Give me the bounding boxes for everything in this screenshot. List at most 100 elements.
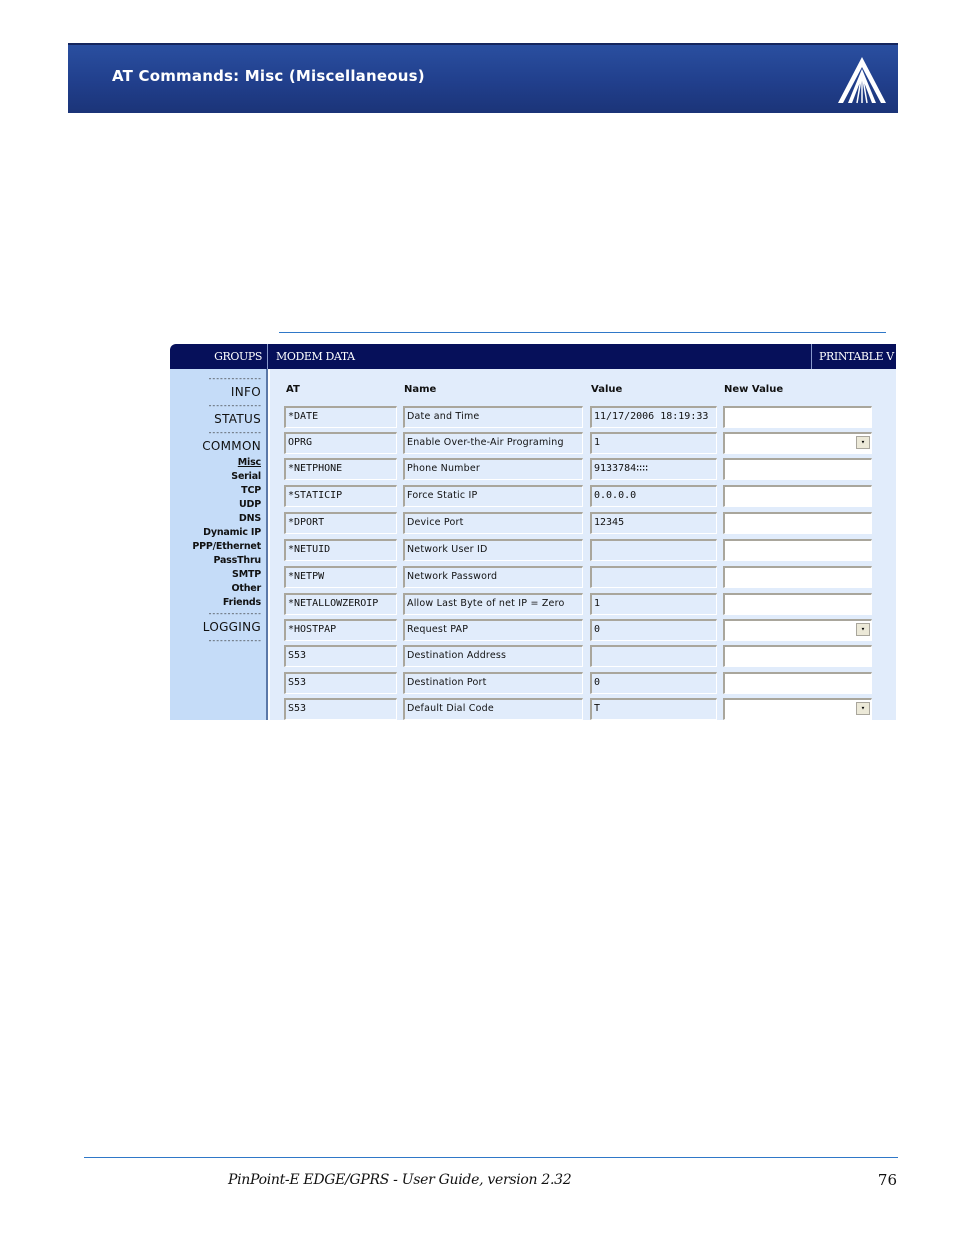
at-command-field: *STATICIP [284, 485, 397, 507]
sidebar-item-udp[interactable]: UDP [170, 498, 261, 512]
modem-data-header: MODEM DATA [276, 350, 355, 363]
sidebar-separator: -------------- [207, 402, 261, 410]
table-row: S53 Destination Address [270, 645, 896, 667]
command-name-field: Request PAP [403, 619, 583, 641]
triangle-rays-logo-icon [838, 57, 886, 104]
at-command-field: *NETPW [284, 566, 397, 588]
current-value-field: 1 [590, 432, 717, 454]
table-row: S53 Destination Port 0 [270, 672, 896, 694]
current-value-field: 0 [590, 619, 717, 641]
column-header-new-value: New Value [724, 384, 784, 395]
current-value-field: 1 [590, 593, 717, 615]
new-value-select[interactable]: ▾ [723, 698, 872, 720]
new-value-input[interactable] [723, 566, 872, 588]
dropdown-arrow-icon[interactable]: ▾ [856, 702, 870, 715]
command-name-field: Date and Time [403, 406, 583, 428]
sidebar-item-smtp[interactable]: SMTP [170, 568, 261, 582]
at-command-field: *NETUID [284, 539, 397, 561]
sidebar-item-dns[interactable]: DNS [170, 512, 261, 526]
table-row: *NETPHONE Phone Number 9133784∷∷ [270, 458, 896, 480]
command-name-field: Device Port [403, 512, 583, 534]
current-value-field: 0 [590, 672, 717, 694]
new-value-select[interactable]: ▾ [723, 432, 872, 454]
groups-header: GROUPS [170, 344, 268, 369]
table-row: *DPORT Device Port 12345 [270, 512, 896, 534]
sidebar-item-misc[interactable]: Misc [170, 456, 261, 470]
sidebar-separator: -------------- [207, 637, 261, 645]
command-name-field: Network Password [403, 566, 583, 588]
new-value-input[interactable] [723, 593, 872, 615]
footer-document-title: PinPoint-E EDGE/GPRS - User Guide, versi… [228, 1172, 572, 1188]
table-row: S53 Default Dial Code T ▾ [270, 698, 896, 720]
section-title: AT Commands: Misc (Miscellaneous) [112, 67, 425, 85]
table-row: *HOSTPAP Request PAP 0 ▾ [270, 619, 896, 641]
command-name-field: Network User ID [403, 539, 583, 561]
sidebar-item-other[interactable]: Other [170, 582, 261, 596]
sidebar-item-passthru[interactable]: PassThru [170, 554, 261, 568]
new-value-input[interactable] [723, 672, 872, 694]
at-command-field: *NETPHONE [284, 458, 397, 480]
printable-view-link[interactable]: PRINTABLE V [811, 344, 896, 369]
command-name-field: Destination Port [403, 672, 583, 694]
sidebar-group-info[interactable]: INFO [170, 383, 261, 402]
at-command-field: S53 [284, 645, 397, 667]
column-header-at: AT [286, 384, 300, 395]
at-command-field: S53 [284, 672, 397, 694]
groups-list: -------------- INFO -------------- STATUS --… [170, 369, 266, 645]
command-name-field: Phone Number [403, 458, 583, 480]
new-value-input[interactable] [723, 645, 872, 667]
sidebar-item-serial[interactable]: Serial [170, 470, 261, 484]
dropdown-arrow-icon[interactable]: ▾ [856, 436, 870, 449]
divider-bottom [84, 1157, 898, 1158]
column-header-name: Name [404, 384, 437, 395]
command-name-field: Destination Address [403, 645, 583, 667]
new-value-input[interactable] [723, 458, 872, 480]
modem-data-panel: AT Name Value New Value *DATE Date and Ti… [270, 369, 896, 720]
current-value-field [590, 645, 717, 667]
command-name-field: Allow Last Byte of net IP = Zero [403, 593, 583, 615]
sidebar-group-status[interactable]: STATUS [170, 410, 261, 429]
new-value-input[interactable] [723, 512, 872, 534]
command-name-field: Default Dial Code [403, 698, 583, 720]
sidebar-item-ppp-ethernet[interactable]: PPP/Ethernet [170, 540, 261, 554]
at-command-field: *HOSTPAP [284, 619, 397, 641]
sidebar-separator: -------------- [207, 429, 261, 437]
divider-top [279, 332, 886, 333]
sidebar-item-tcp[interactable]: TCP [170, 484, 261, 498]
current-value-field: T [590, 698, 717, 720]
sidebar-item-friends[interactable]: Friends [170, 596, 261, 610]
sidebar-separator: -------------- [207, 610, 261, 618]
at-command-field: *DPORT [284, 512, 397, 534]
current-value-field: 9133784∷∷ [590, 458, 717, 480]
table-row: *NETPW Network Password [270, 566, 896, 588]
page-number: 76 [877, 1171, 897, 1189]
dropdown-arrow-icon[interactable]: ▾ [856, 623, 870, 636]
table-row: *NETALLOWZEROIP Allow Last Byte of net IP… [270, 593, 896, 615]
new-value-input[interactable] [723, 485, 872, 507]
table-row: *DATE Date and Time 11/17/2006 18:19:33 [270, 406, 896, 428]
current-value-field: 11/17/2006 18:19:33 [590, 406, 717, 428]
current-value-field: 12345 [590, 512, 717, 534]
sidebar-separator: -------------- [207, 375, 261, 383]
at-command-field: S53 [284, 698, 397, 720]
at-command-field: *NETALLOWZEROIP [284, 593, 397, 615]
sidebar-group-common[interactable]: COMMON [170, 437, 261, 456]
current-value-field [590, 566, 717, 588]
sidebar-item-dynamic-ip[interactable]: Dynamic IP [170, 526, 261, 540]
command-name-field: Force Static IP [403, 485, 583, 507]
table-row: *STATICIP Force Static IP 0.0.0.0 [270, 485, 896, 507]
column-header-value: Value [591, 384, 623, 395]
page-header-banner: AT Commands: Misc (Miscellaneous) [68, 43, 898, 113]
groups-sidebar: -------------- INFO -------------- STATUS --… [170, 369, 268, 720]
command-name-field: Enable Over-the-Air Programing [403, 432, 583, 454]
new-value-input[interactable] [723, 539, 872, 561]
table-row: OPRG Enable Over-the-Air Programing 1 ▾ [270, 432, 896, 454]
sidebar-group-logging[interactable]: LOGGING [170, 618, 261, 637]
modem-config-screenshot: GROUPS MODEM DATA PRINTABLE V ----------… [170, 344, 896, 720]
app-header-bar: GROUPS MODEM DATA PRINTABLE V [170, 344, 896, 369]
table-row: *NETUID Network User ID [270, 539, 896, 561]
new-value-select[interactable]: ▾ [723, 619, 872, 641]
new-value-input[interactable] [723, 406, 872, 428]
current-value-field [590, 539, 717, 561]
current-value-field: 0.0.0.0 [590, 485, 717, 507]
